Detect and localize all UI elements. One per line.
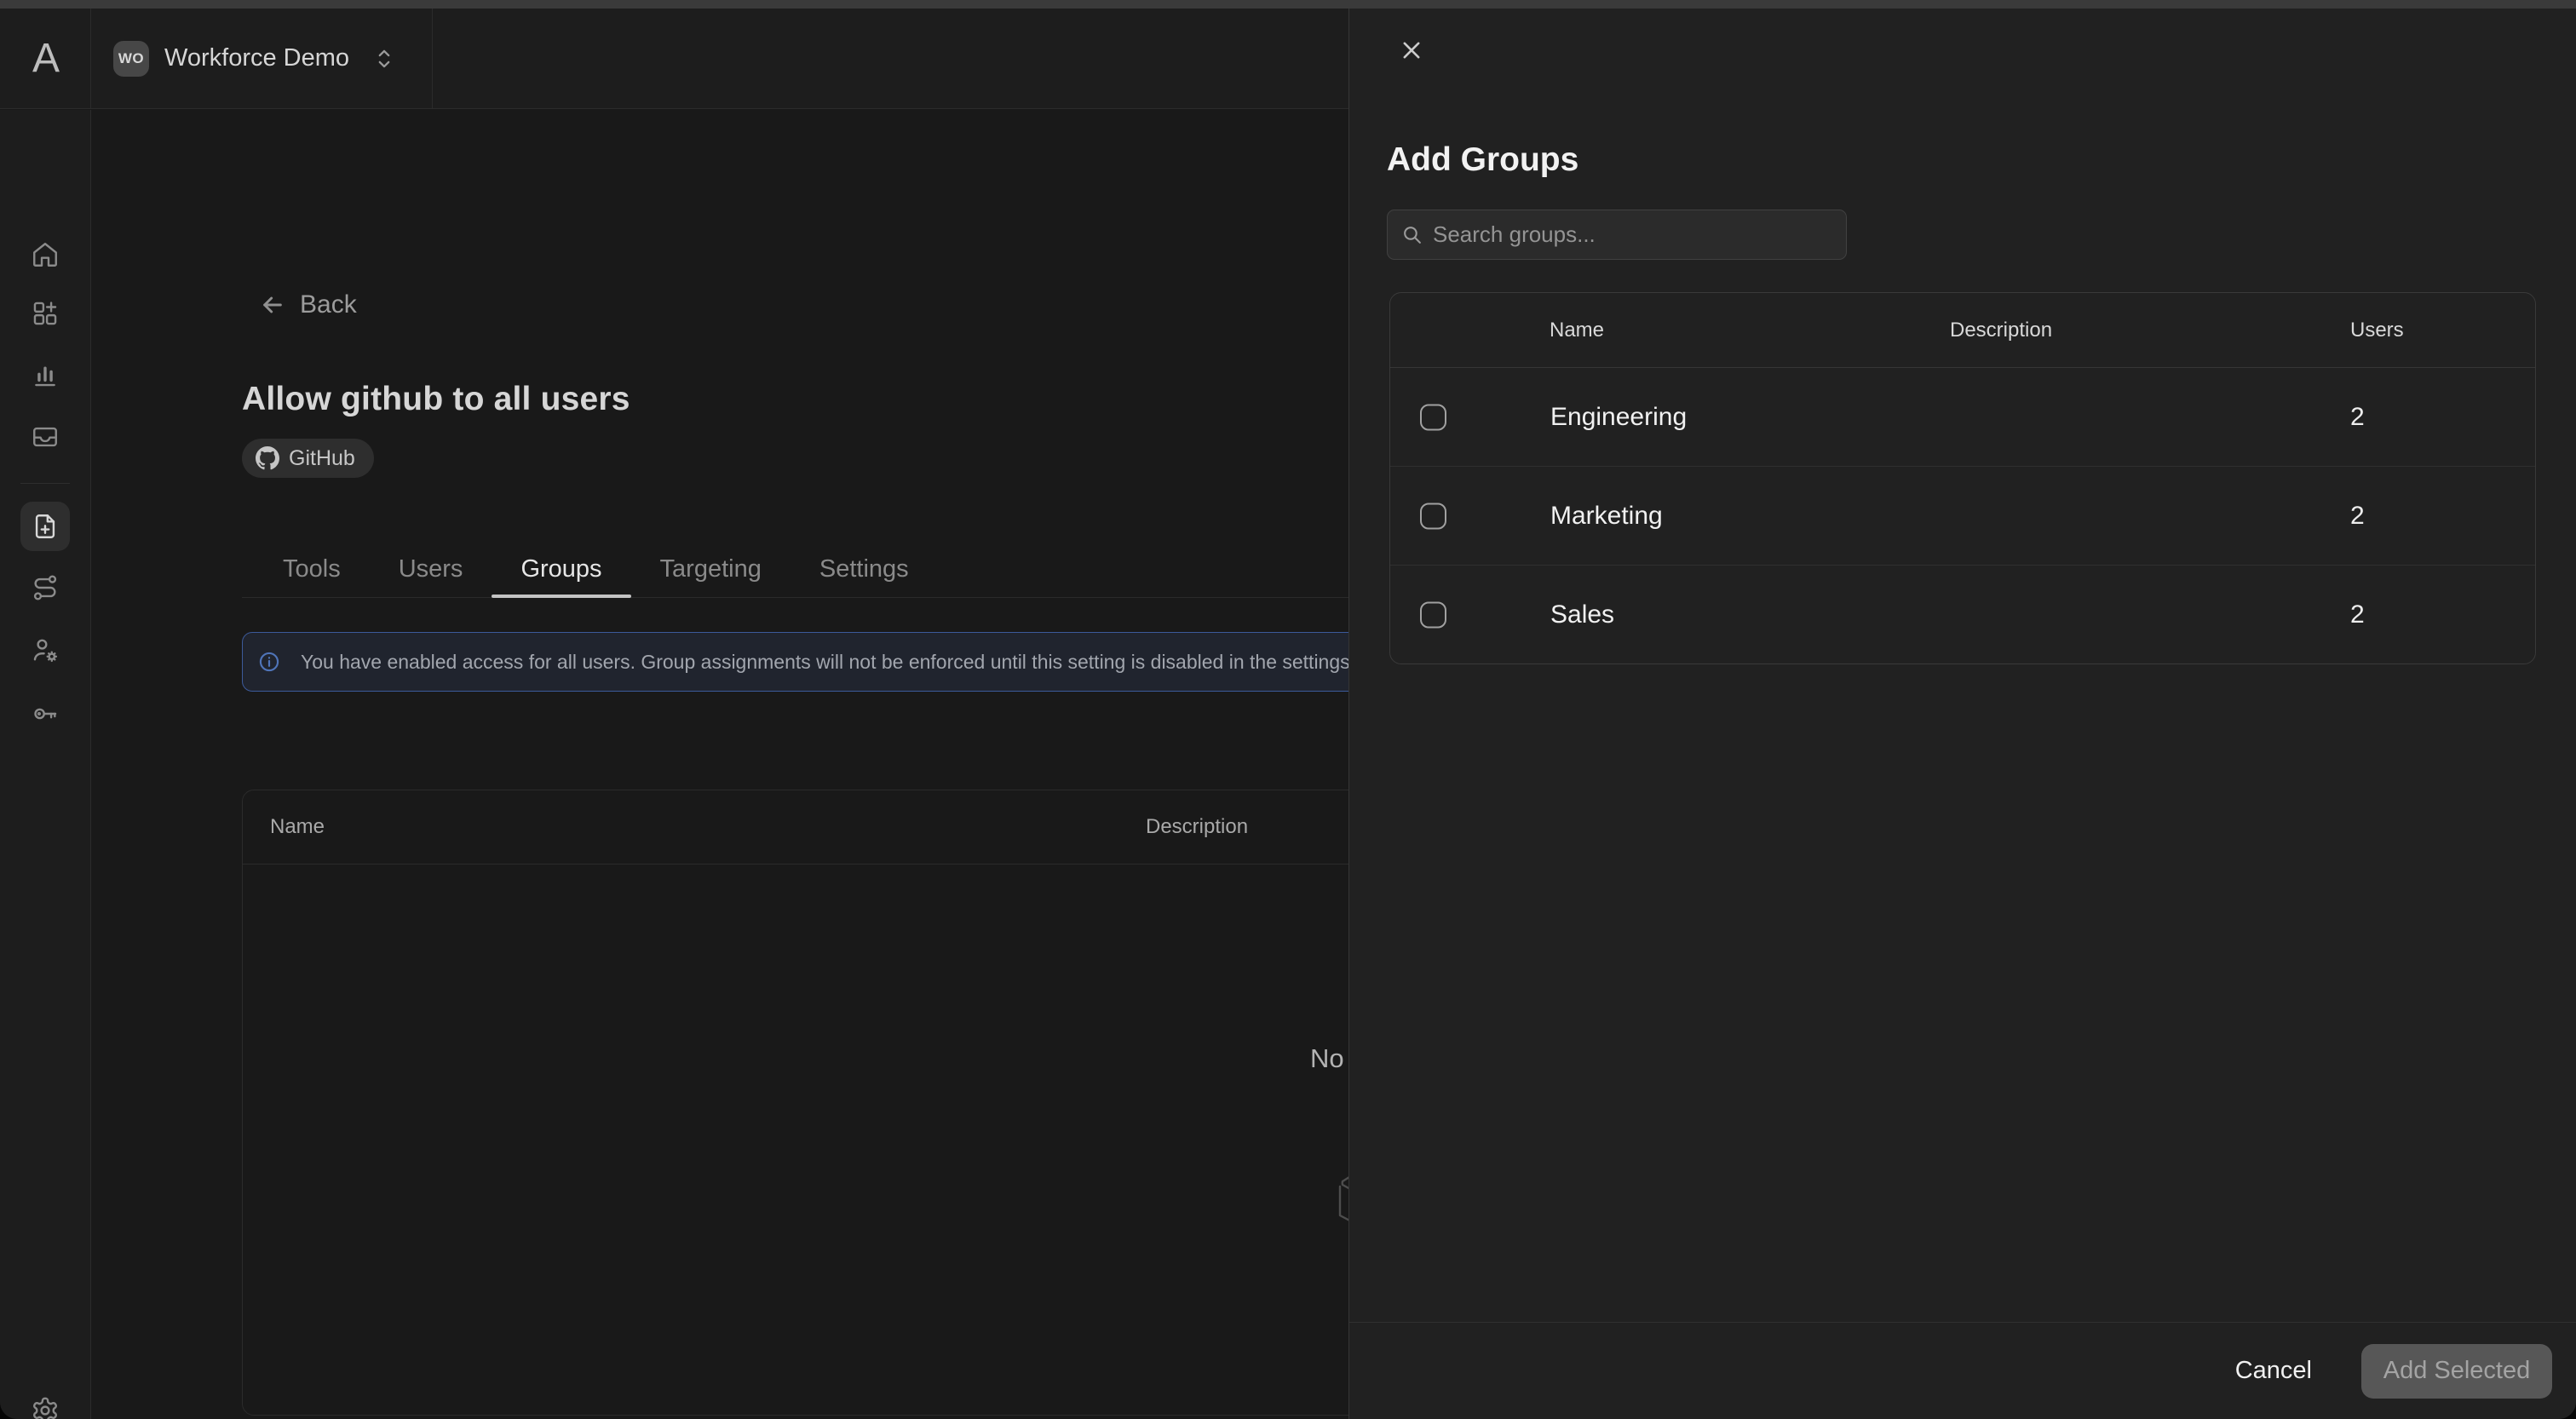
column-header-description: Description bbox=[1950, 319, 2052, 342]
inbox-icon bbox=[31, 422, 60, 451]
sidebar-item-apps[interactable] bbox=[20, 289, 70, 338]
app-logo[interactable]: A bbox=[0, 9, 91, 108]
arrow-left-icon bbox=[259, 291, 286, 319]
github-badge: GitHub bbox=[242, 439, 374, 478]
drawer-groups-table: Name Description Users Engineering 2 Mar… bbox=[1389, 292, 2536, 664]
table-row-sales[interactable]: Sales 2 bbox=[1390, 566, 2535, 664]
user-gear-icon bbox=[31, 635, 60, 664]
column-header-users: Users bbox=[2350, 319, 2404, 342]
group-users-cell: 2 bbox=[2350, 502, 2365, 531]
sidebar-item-analytics[interactable] bbox=[20, 350, 70, 399]
file-plus-icon bbox=[31, 512, 60, 541]
search-input[interactable] bbox=[1433, 221, 1832, 248]
group-name-cell: Marketing bbox=[1550, 502, 1663, 531]
add-groups-drawer: Add Groups Name Description Users Engine… bbox=[1348, 9, 2576, 1419]
sidebar-divider bbox=[20, 483, 70, 484]
row-checkbox[interactable] bbox=[1420, 602, 1446, 629]
github-badge-label: GitHub bbox=[289, 446, 355, 471]
drawer-table-header: Name Description Users bbox=[1390, 293, 2535, 368]
cancel-button[interactable]: Cancel bbox=[2223, 1348, 2324, 1393]
search-icon bbox=[1401, 224, 1423, 245]
tab-targeting[interactable]: Targeting bbox=[631, 541, 791, 597]
tab-settings[interactable]: Settings bbox=[791, 541, 938, 597]
sidebar bbox=[0, 110, 91, 1419]
drawer-footer: Cancel Add Selected bbox=[1349, 1322, 2576, 1419]
workspace-switcher[interactable]: WO Workforce Demo bbox=[91, 9, 433, 108]
group-users-cell: 2 bbox=[2350, 403, 2365, 432]
info-circle-icon bbox=[258, 651, 280, 673]
back-label: Back bbox=[300, 290, 357, 319]
sidebar-item-documents-active[interactable] bbox=[20, 502, 70, 551]
window-top-strip bbox=[0, 0, 2576, 9]
chevron-up-down-icon bbox=[375, 48, 394, 70]
page-title: Allow github to all users bbox=[242, 381, 630, 418]
table-row-engineering[interactable]: Engineering 2 bbox=[1390, 368, 2535, 467]
route-icon bbox=[31, 573, 60, 602]
close-button[interactable] bbox=[1394, 32, 1429, 68]
sidebar-item-inbox[interactable] bbox=[20, 412, 70, 462]
workspace-name: Workforce Demo bbox=[164, 44, 349, 72]
logo-a-icon: A bbox=[32, 35, 58, 82]
sidebar-item-home[interactable] bbox=[20, 230, 70, 279]
apps-blocks-plus-icon bbox=[31, 299, 60, 328]
tab-groups[interactable]: Groups bbox=[492, 541, 630, 597]
gear-icon bbox=[31, 1396, 60, 1419]
screen: A WO Workforce Demo bbox=[0, 0, 2576, 1419]
row-checkbox[interactable] bbox=[1420, 503, 1446, 529]
group-name-cell: Engineering bbox=[1550, 403, 1687, 432]
column-header-description: Description bbox=[1146, 815, 1248, 839]
sidebar-item-settings[interactable] bbox=[20, 1386, 70, 1419]
search-box bbox=[1387, 210, 1847, 260]
key-icon bbox=[31, 699, 60, 728]
row-checkbox[interactable] bbox=[1420, 404, 1446, 430]
sidebar-item-user-settings[interactable] bbox=[20, 625, 70, 675]
bar-chart-icon bbox=[31, 360, 60, 389]
workspace-avatar: WO bbox=[113, 41, 149, 77]
table-row-marketing[interactable]: Marketing 2 bbox=[1390, 467, 2535, 566]
app-window: A WO Workforce Demo bbox=[0, 9, 2576, 1419]
column-header-name: Name bbox=[1550, 319, 1604, 342]
group-users-cell: 2 bbox=[2350, 600, 2365, 629]
sidebar-item-api-keys[interactable] bbox=[20, 689, 70, 738]
tab-tools[interactable]: Tools bbox=[254, 541, 370, 597]
info-banner-text: You have enabled access for all users. G… bbox=[301, 651, 1388, 674]
home-icon bbox=[31, 240, 60, 269]
tab-users[interactable]: Users bbox=[370, 541, 492, 597]
sidebar-item-workflows[interactable] bbox=[20, 563, 70, 612]
close-icon bbox=[1400, 38, 1423, 62]
group-name-cell: Sales bbox=[1550, 600, 1614, 629]
add-selected-button[interactable]: Add Selected bbox=[2361, 1344, 2552, 1399]
github-octocat-icon bbox=[256, 446, 279, 470]
column-header-name: Name bbox=[270, 815, 325, 839]
back-button[interactable]: Back bbox=[259, 290, 357, 319]
drawer-title: Add Groups bbox=[1387, 141, 1578, 179]
